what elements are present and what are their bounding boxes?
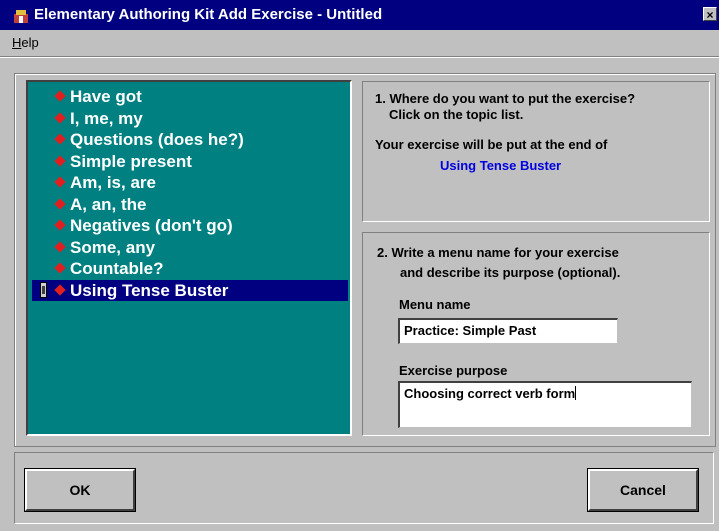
exercise-purpose-value: Choosing correct verb form [404, 386, 576, 401]
exercise-purpose-field[interactable]: Choosing correct verb form [398, 381, 692, 428]
topic-item[interactable]: Simple present [32, 151, 348, 172]
topic-item[interactable]: Questions (does he?) [32, 129, 348, 150]
topic-item[interactable]: Have got [32, 86, 348, 107]
menu-name-label: Menu name [399, 297, 471, 312]
topic-item[interactable]: Am, is, are [32, 172, 348, 193]
diamond-bullet-icon [54, 197, 66, 210]
cancel-button-label: Cancel [620, 482, 666, 498]
diamond-bullet-icon [54, 133, 66, 145]
title-bar: Elementary Authoring Kit Add Exercise - … [0, 0, 719, 30]
topic-label: A, an, the [70, 194, 147, 214]
pen-icon [40, 281, 47, 298]
diamond-bullet-icon [54, 176, 66, 188]
details-panel: 2. Write a menu name for your exercise a… [362, 232, 710, 436]
menu-help[interactable]: Help [12, 35, 39, 50]
topic-label: Simple present [70, 151, 192, 171]
diamond-bullet-icon [54, 219, 66, 231]
menu-divider [0, 57, 719, 58]
target-topic-name: Using Tense Buster [440, 158, 562, 173]
topic-label: Questions (does he?) [70, 130, 244, 149]
diamond-bullet-icon [54, 111, 66, 124]
topic-label: Countable? [70, 259, 164, 278]
app-icon [14, 10, 28, 23]
menu-name-value: Practice: Simple Past [404, 323, 537, 338]
menu-name-field[interactable]: Practice: Simple Past [398, 318, 618, 344]
topic-item[interactable]: A, an, the [32, 194, 348, 215]
step1-instruction: Click on the topic list. [389, 107, 524, 122]
diamond-bullet-icon [54, 240, 66, 253]
close-icon: × [706, 8, 714, 22]
topic-item[interactable]: Negatives (don't go) [32, 215, 348, 236]
topic-item[interactable]: Using Tense Buster [32, 279, 348, 301]
topic-item[interactable]: I, me, my [32, 108, 348, 129]
add-exercise-window: Elementary Authoring Kit Add Exercise - … [0, 0, 719, 531]
topic-label: Negatives (don't go) [70, 216, 233, 235]
ok-button-label: OK [69, 482, 91, 498]
topic-label: I, me, my [70, 108, 143, 128]
diamond-bullet-icon [54, 90, 66, 102]
topic-item[interactable]: Countable? [32, 258, 348, 279]
diamond-bullet-icon [54, 262, 66, 274]
step1-placement-text: Your exercise will be put at the end of [375, 137, 608, 152]
topic-list[interactable]: Have got I, me, my Questions (does he?) Sim… [26, 80, 352, 436]
topic-label: Have got [70, 87, 142, 106]
menu-bar: Help [0, 30, 719, 57]
menu-help-rest: elp [21, 35, 39, 50]
step2-instruction-1: 2. Write a menu name for your exercise [377, 245, 619, 260]
topic-label: Some, any [70, 237, 156, 257]
menu-help-mnemonic: H [12, 35, 22, 50]
topic-label: Using Tense Buster [70, 280, 229, 300]
topic-label: Am, is, are [70, 173, 156, 192]
cancel-button[interactable]: Cancel [587, 468, 699, 512]
diamond-bullet-icon [54, 283, 66, 296]
window-title: Elementary Authoring Kit Add Exercise - … [34, 6, 383, 23]
step2-instruction-2: and describe its purpose (optional). [400, 265, 621, 280]
topic-item[interactable]: Some, any [32, 237, 348, 258]
close-button[interactable]: × [703, 7, 717, 22]
diamond-bullet-icon [54, 154, 66, 167]
exercise-purpose-label: Exercise purpose [399, 363, 508, 378]
ok-button[interactable]: OK [24, 468, 136, 512]
step1-question: 1. Where do you want to put the exercise… [375, 91, 636, 106]
placement-panel: 1. Where do you want to put the exercise… [362, 81, 710, 222]
text-cursor [575, 386, 577, 400]
